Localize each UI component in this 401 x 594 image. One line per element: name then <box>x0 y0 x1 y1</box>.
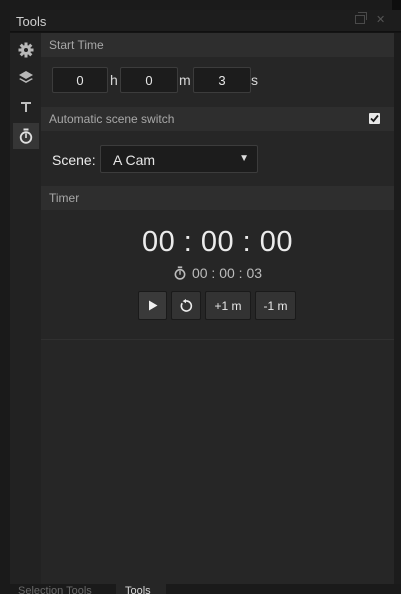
auto-scene-switch-label: Automatic scene switch <box>49 112 175 126</box>
minutes-field[interactable]: 0 <box>120 67 178 93</box>
scene-label: Scene: <box>52 152 96 168</box>
seconds-value: 3 <box>218 73 226 88</box>
play-icon <box>148 300 157 311</box>
auto-scene-switch-checkbox[interactable] <box>369 113 380 124</box>
left-edge <box>0 10 10 584</box>
gear-icon <box>18 42 34 58</box>
panel-tab-bar: Selection Tools Tools <box>0 584 401 594</box>
sidebar-item-text[interactable] <box>13 94 39 120</box>
hours-value: 0 <box>76 73 84 88</box>
minutes-value: 0 <box>145 73 153 88</box>
tab-selection-tools[interactable]: Selection Tools <box>18 584 112 594</box>
timer-display: 00 : 00 : 00 <box>141 226 294 258</box>
minutes-unit: m <box>179 72 191 88</box>
top-strip <box>0 0 401 10</box>
sidebar-item-settings[interactable] <box>13 37 39 63</box>
top-strip-bar <box>0 0 392 10</box>
scene-dropdown[interactable]: A Cam ▼ <box>100 145 258 173</box>
hours-unit: h <box>110 72 118 88</box>
tool-sidebar <box>10 33 41 584</box>
timer-section-divider <box>41 339 394 340</box>
timer-preset-value: 00 : 00 : 03 <box>191 265 263 281</box>
section-auto-scene-switch: Automatic scene switch <box>41 107 394 131</box>
tab-tools[interactable]: Tools <box>116 584 166 594</box>
stopwatch-icon <box>19 128 33 144</box>
add-minute-button[interactable]: +1 m <box>205 291 251 320</box>
text-icon <box>21 102 31 112</box>
scene-selected-value: A Cam <box>113 152 156 168</box>
panel-title: Tools <box>16 14 47 29</box>
panel-titlebar: Tools ✕ <box>10 10 401 32</box>
layers-icon <box>19 71 33 83</box>
hours-field[interactable]: 0 <box>52 67 108 93</box>
float-panel-icon[interactable] <box>355 12 367 24</box>
checkmark-icon <box>370 114 379 123</box>
reset-icon <box>180 298 193 312</box>
seconds-field[interactable]: 3 <box>193 67 251 93</box>
right-edge <box>394 33 401 584</box>
timer-preset-row: 00 : 00 : 03 <box>41 265 394 281</box>
sidebar-item-layers[interactable] <box>13 65 39 91</box>
dropdown-caret-icon: ▼ <box>239 153 249 164</box>
close-icon[interactable]: ✕ <box>376 15 385 26</box>
section-start-time: Start Time <box>41 33 394 57</box>
play-button[interactable] <box>138 291 167 320</box>
start-time-heading: Start Time <box>49 38 104 52</box>
subtract-minute-button[interactable]: -1 m <box>255 291 296 320</box>
seconds-unit: s <box>251 72 258 88</box>
stopwatch-icon <box>174 266 186 280</box>
sidebar-item-timer[interactable] <box>13 123 39 149</box>
tools-content: Start Time 0 h 0 m 3 s Automatic scene s… <box>41 33 394 584</box>
reset-button[interactable] <box>171 291 201 320</box>
timer-heading: Timer <box>49 191 80 205</box>
section-timer: Timer <box>41 186 394 210</box>
